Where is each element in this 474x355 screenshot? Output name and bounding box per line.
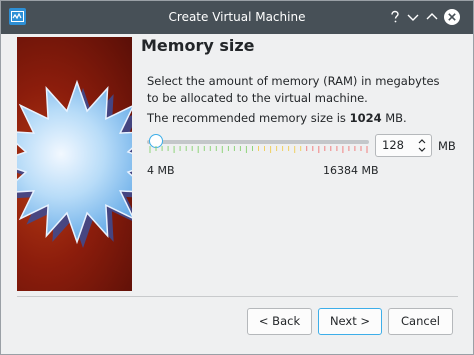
title-bar[interactable]: Create Virtual Machine: [1, 1, 473, 34]
memory-slider[interactable]: [147, 133, 370, 158]
next-button[interactable]: Next >: [318, 308, 382, 335]
recommended-suffix: MB.: [381, 111, 407, 125]
page-description: Select the amount of memory (RAM) in meg…: [147, 74, 440, 105]
slider-min-label: 4 MB: [147, 164, 175, 177]
slider-track[interactable]: [147, 140, 369, 144]
wizard-page: Memory size Select the amount of memory …: [17, 36, 458, 291]
close-icon[interactable]: [443, 8, 461, 26]
maximize-icon[interactable]: [423, 8, 441, 26]
memory-spinbox[interactable]: 128: [375, 134, 432, 157]
recommended-prefix: The recommended memory size is: [147, 111, 350, 125]
slider-ticks: [149, 146, 368, 153]
wizard-watermark-image: [17, 37, 132, 291]
memory-value[interactable]: 128: [382, 138, 404, 152]
minimize-icon[interactable]: [404, 8, 422, 26]
recommended-memory-text: The recommended memory size is 1024 MB.: [147, 111, 407, 125]
slider-max-label: 16384 MB: [323, 164, 379, 177]
cancel-button[interactable]: Cancel: [388, 308, 453, 335]
recommended-value: 1024: [349, 111, 382, 125]
help-icon[interactable]: [386, 8, 404, 26]
spinbox-arrows-icon[interactable]: [417, 137, 427, 154]
page-heading: Memory size: [141, 36, 255, 55]
button-separator: [17, 296, 458, 297]
memory-unit-label: MB: [438, 139, 456, 153]
create-vm-dialog: Create Virtual Machine Memory size Selec…: [0, 0, 474, 355]
back-button[interactable]: < Back: [247, 308, 312, 335]
